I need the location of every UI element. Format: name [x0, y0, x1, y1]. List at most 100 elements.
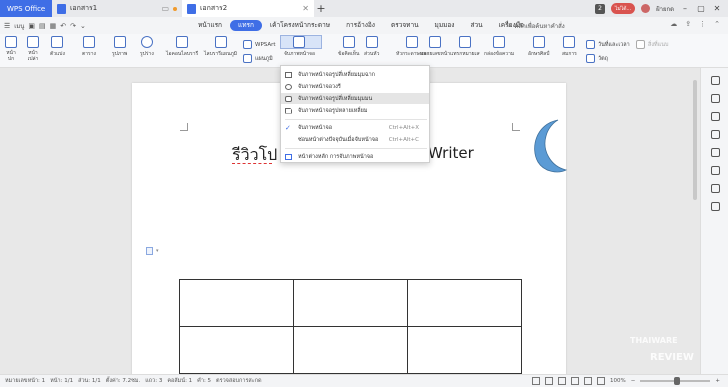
window-count-badge[interactable]: 2: [595, 3, 606, 14]
tab-document-2[interactable]: เอกสาร2 ✕: [182, 0, 314, 17]
picture-button[interactable]: รูปภาพ: [112, 36, 127, 58]
avatar[interactable]: [641, 4, 651, 13]
chart-library-button[interactable]: ไลบรารีแผนภูมิ: [204, 36, 237, 58]
folder-icon[interactable]: ▣: [28, 22, 35, 30]
status-page[interactable]: หน้า: 1/1: [50, 377, 73, 385]
web-view-icon[interactable]: [584, 377, 593, 385]
table-cell[interactable]: [179, 279, 294, 327]
table-cell[interactable]: [407, 326, 522, 374]
tab-document-1[interactable]: เอกสาร1 ▭: [52, 0, 182, 17]
header-button[interactable]: ส่วนหัว: [364, 36, 379, 58]
command-search[interactable]: ⌕ คลิกเพื่อค้นหาคำสั่ง: [508, 20, 578, 31]
wpsart-button[interactable]: WPSArt: [243, 40, 276, 49]
protect-icon[interactable]: [532, 377, 541, 385]
tab-section[interactable]: ส่วน: [462, 20, 490, 31]
textbox-button[interactable]: กล่องข้อความ: [484, 36, 514, 58]
chevron-up-icon[interactable]: [711, 76, 720, 85]
date-time-button[interactable]: วันที่และเวลา: [586, 40, 630, 49]
comment-button[interactable]: ข้อคิดเห็น: [338, 36, 359, 58]
undo-icon[interactable]: ↶: [60, 22, 66, 30]
close-icon[interactable]: ▭: [161, 4, 169, 13]
chevron-down-icon[interactable]: ⌄: [80, 22, 86, 30]
status-words[interactable]: คำ: 5: [197, 377, 211, 385]
menu-item-rect-screenshot[interactable]: จับภาพหน้าจอรูปสี่เหลี่ยมมุมฉาก: [281, 69, 429, 80]
screenshot-button[interactable]: จับภาพหน้าจอ: [284, 36, 315, 58]
table-cell[interactable]: [179, 326, 294, 374]
zoom-level[interactable]: 100%: [610, 378, 626, 384]
icon-library-button[interactable]: ไอคอนไลบรารี: [166, 36, 198, 58]
menu-item-hide-window[interactable]: ซ่อนหน้าต่างปัจจุบันเมื่อจับหน้าจอ Ctrl+A…: [281, 134, 429, 145]
lock-icon[interactable]: [711, 130, 720, 139]
tab-references[interactable]: การอ้างอิง: [338, 20, 383, 31]
read-view-icon[interactable]: [597, 377, 606, 385]
watermark-button[interactable]: แทรกหมายเลขหน้า: [450, 36, 480, 58]
list-icon[interactable]: [711, 148, 720, 157]
table-cell[interactable]: [293, 326, 408, 374]
status-column[interactable]: คอลัมน์: 1: [167, 377, 192, 385]
share-icon[interactable]: ⇪: [685, 20, 691, 28]
new-tab-button[interactable]: +: [314, 2, 328, 15]
history-icon[interactable]: [711, 184, 720, 193]
menu-item-ellipse-screenshot[interactable]: จับภาพหน้าจอวงรี: [281, 81, 429, 92]
chevron-up-icon[interactable]: ⌃: [714, 20, 720, 28]
close-window-icon[interactable]: ✕: [712, 4, 722, 13]
zoom-slider-knob[interactable]: [674, 377, 681, 385]
paragraph-handle-icon[interactable]: [146, 247, 153, 255]
document-heading-left[interactable]: รีวิวโป: [232, 143, 277, 168]
equation-button[interactable]: สมการ: [562, 36, 577, 58]
tab-home[interactable]: หน้าแรก: [190, 20, 230, 31]
tab-insert[interactable]: แทรก: [230, 20, 262, 31]
outline-view-icon[interactable]: [558, 377, 567, 385]
crescent-shape[interactable]: [528, 118, 568, 174]
edit-icon[interactable]: [711, 94, 720, 103]
wordart-button[interactable]: อักษรศิลป์: [528, 36, 549, 58]
eye-icon[interactable]: [545, 377, 554, 385]
cloud-icon[interactable]: ☁: [670, 20, 677, 28]
table-cell[interactable]: [293, 279, 408, 327]
status-line[interactable]: แถว: 3: [145, 377, 162, 385]
shape-button[interactable]: รูปร่าง: [140, 36, 154, 58]
chevron-down-icon[interactable]: ▾: [156, 248, 159, 254]
more-icon[interactable]: ⋮: [699, 20, 706, 28]
sign-in-pill[interactable]: ไม่ได้...: [611, 3, 636, 14]
blank-page-button[interactable]: หน้า เปล่า: [27, 36, 39, 62]
document-table[interactable]: [179, 279, 522, 374]
zoom-in-icon[interactable]: +: [715, 378, 720, 384]
page-number-button[interactable]: หมายเลขหน้า: [420, 36, 450, 58]
object-button[interactable]: วัตถุ: [586, 54, 608, 63]
pointer-icon[interactable]: [711, 112, 720, 121]
tab-view[interactable]: มุมมอง: [427, 20, 463, 31]
break-button[interactable]: ตัวแบ่ง: [50, 36, 65, 58]
status-spell[interactable]: ตรวจสอบการสะกด: [216, 377, 262, 385]
attachment-button[interactable]: สิ่งที่แนบ: [636, 40, 668, 49]
zoom-out-icon[interactable]: −: [631, 378, 636, 384]
vertical-scrollbar[interactable]: [693, 80, 697, 200]
minimize-icon[interactable]: –: [680, 4, 690, 13]
status-page-number[interactable]: หมายเลขหน้า: 1: [5, 377, 45, 385]
zoom-slider[interactable]: [640, 377, 711, 385]
menu-item-screenshot[interactable]: ✓ จับภาพหน้าจอ Ctrl+Alt+X: [281, 122, 429, 133]
redo-icon[interactable]: ↷: [70, 22, 76, 30]
navigation-icon[interactable]: [711, 202, 720, 211]
settings-icon[interactable]: [711, 166, 720, 175]
table-cell[interactable]: [407, 279, 522, 327]
tab-page-layout[interactable]: เค้าโครงหน้ากระดาษ: [262, 20, 338, 31]
print-icon[interactable]: ▦: [50, 22, 57, 30]
tab-review[interactable]: ตรวจทาน: [383, 20, 427, 31]
page-view-icon[interactable]: [571, 377, 580, 385]
menu-label[interactable]: เมนู: [14, 21, 24, 31]
menu-item-roundrect-screenshot[interactable]: จับภาพหน้าจอรูปสี่เหลี่ยมมุมมน: [281, 93, 429, 104]
user-label[interactable]: ฝ้ายกด: [656, 4, 674, 14]
status-position[interactable]: ตั้งค่า: 7.2ซม.: [106, 377, 140, 385]
table-button[interactable]: ตาราง: [82, 36, 96, 58]
document-heading-right[interactable]: Writer: [428, 144, 474, 162]
close-icon[interactable]: ✕: [302, 4, 309, 13]
hamburger-icon[interactable]: ☰: [4, 22, 10, 30]
status-section[interactable]: ส่วน: 1/1: [78, 377, 101, 385]
menu-item-main-window[interactable]: หน้าต่างหลัก การจับภาพหน้าจอ: [281, 151, 429, 162]
chart-button[interactable]: แผนภูมิ: [243, 54, 273, 63]
menu-item-polygon-screenshot[interactable]: จับภาพหน้าจอรูปหลายเหลี่ยม: [281, 105, 429, 116]
maximize-icon[interactable]: ▢: [696, 4, 706, 13]
wps-office-tab[interactable]: WPS Office: [0, 0, 52, 17]
save-icon[interactable]: ▤: [39, 22, 46, 30]
